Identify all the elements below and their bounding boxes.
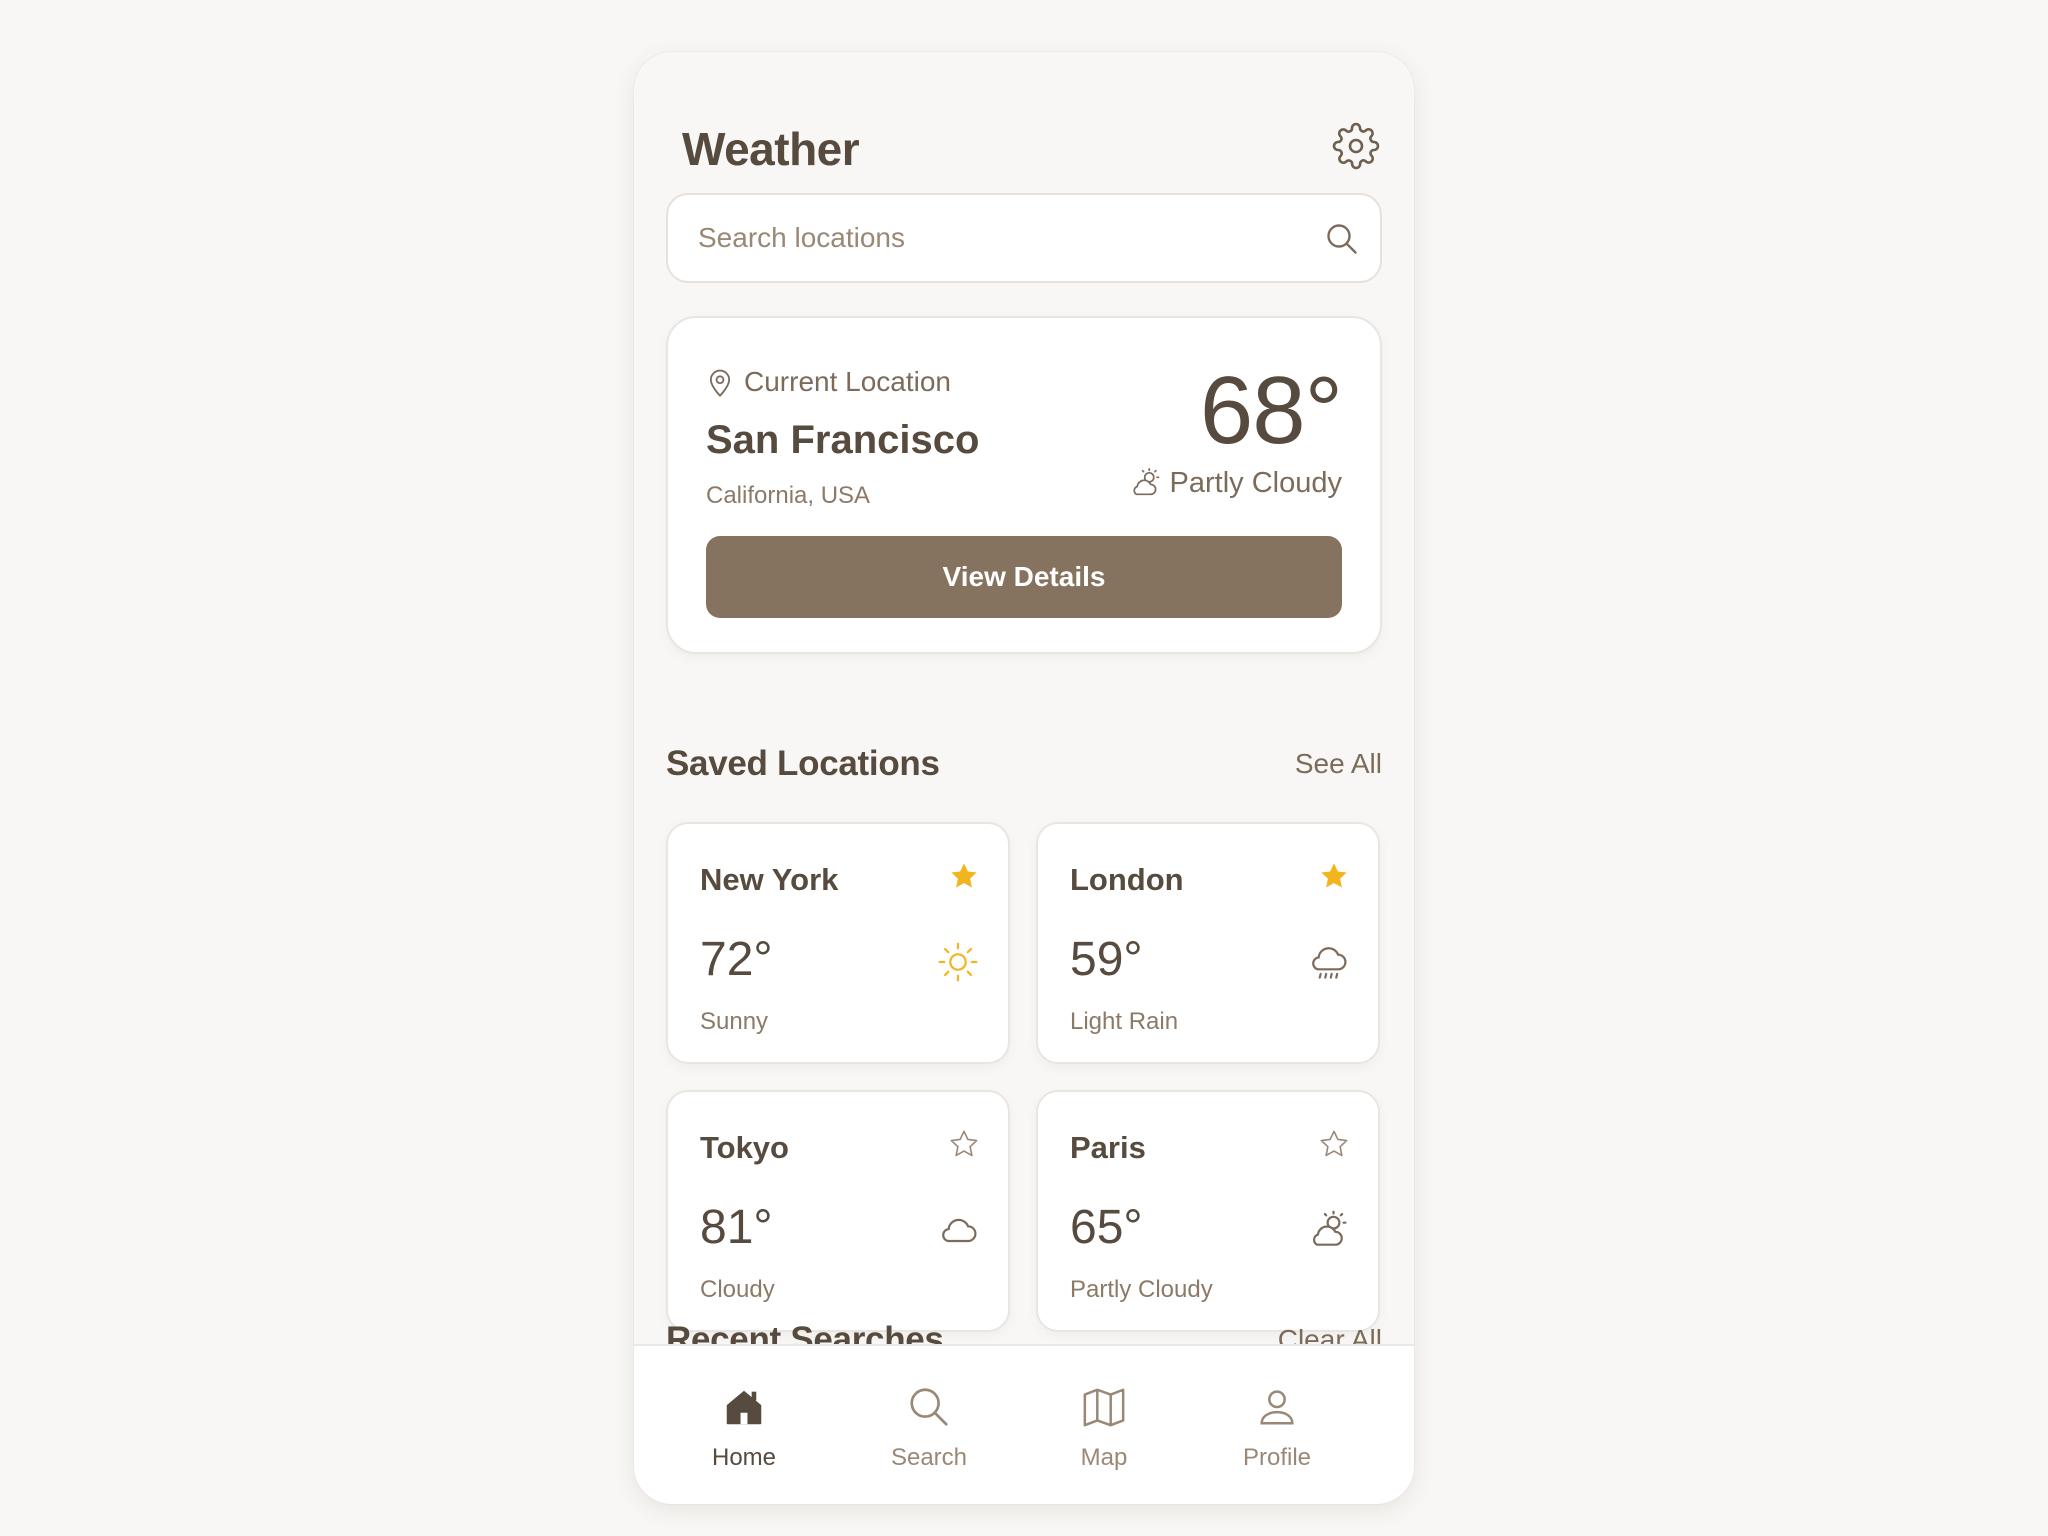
- location-pin-icon: [709, 369, 731, 398]
- star-outline-icon[interactable]: [1318, 1128, 1350, 1160]
- saved-locations-title: Saved Locations: [666, 744, 940, 783]
- location-condition: Light Rain: [1070, 1008, 1179, 1035]
- location-card-paris[interactable]: Paris 65° Partly Cloudy: [1036, 1090, 1380, 1332]
- nav-item-map[interactable]: Map: [1039, 1384, 1169, 1484]
- search-bar: [666, 193, 1382, 283]
- page-title: Weather: [682, 123, 860, 175]
- current-condition: Partly Cloudy: [1128, 466, 1342, 500]
- gear-icon[interactable]: [1332, 122, 1380, 170]
- star-filled-icon[interactable]: [1318, 860, 1350, 892]
- location-card-london[interactable]: London 59° Light Rain: [1036, 822, 1380, 1064]
- location-card-tokyo[interactable]: Tokyo 81° Cloudy: [666, 1090, 1010, 1332]
- partly-cloudy-icon: [1132, 467, 1159, 496]
- current-temperature: 68°: [1199, 357, 1343, 464]
- location-condition: Sunny: [700, 1008, 769, 1035]
- saved-locations-header: Saved Locations See All: [666, 744, 1382, 794]
- rain-cloud-icon: [1312, 947, 1347, 979]
- nav-label-search: Search: [890, 1444, 968, 1471]
- sun-icon: [938, 942, 978, 982]
- location-condition: Cloudy: [700, 1276, 775, 1303]
- nav-item-profile[interactable]: Profile: [1212, 1384, 1342, 1484]
- profile-icon: [1260, 1390, 1294, 1425]
- map-icon: [1083, 1388, 1125, 1427]
- see-all-link[interactable]: See All: [1295, 748, 1382, 780]
- cloud-icon: [942, 1218, 977, 1243]
- location-temperature: 65°: [1070, 1201, 1143, 1254]
- location-temperature: 59°: [1070, 933, 1143, 986]
- search-input[interactable]: [698, 195, 1298, 281]
- current-city: San Francisco: [706, 418, 980, 462]
- search-icon[interactable]: [1324, 221, 1360, 257]
- view-details-button[interactable]: View Details: [706, 536, 1342, 618]
- main-scroll-area[interactable]: Weather Current Location San Francisco C…: [634, 52, 1414, 1344]
- current-location-label: Current Location: [706, 366, 951, 398]
- recent-searches-header: Recent Searches Clear All: [666, 1320, 1382, 1344]
- app-window: Weather Current Location San Francisco C…: [634, 52, 1414, 1504]
- nav-item-search[interactable]: Search: [864, 1384, 994, 1484]
- nav-label-map: Map: [1080, 1444, 1128, 1471]
- partly-cloudy-icon: [1313, 1210, 1347, 1246]
- nav-item-home[interactable]: Home: [679, 1384, 809, 1484]
- current-condition-text: Partly Cloudy: [1169, 466, 1342, 499]
- current-region: California, USA: [706, 482, 871, 509]
- clear-all-link[interactable]: Clear All: [1278, 1324, 1382, 1344]
- star-filled-icon[interactable]: [948, 860, 980, 892]
- location-condition: Partly Cloudy: [1070, 1276, 1213, 1303]
- star-outline-icon[interactable]: [948, 1128, 980, 1160]
- header: Weather: [682, 86, 1380, 175]
- bottom-nav: Home Search Map Profile: [634, 1344, 1414, 1504]
- home-icon: [726, 1390, 762, 1425]
- location-name: Tokyo: [700, 1130, 789, 1165]
- location-name: New York: [700, 862, 839, 897]
- location-temperature: 72°: [700, 933, 773, 986]
- nav-label-home: Home: [711, 1444, 777, 1471]
- location-card-new-york[interactable]: New York 72° Sunny: [666, 822, 1010, 1064]
- search-icon: [910, 1388, 948, 1426]
- current-location-card: Current Location San Francisco Californi…: [666, 316, 1382, 654]
- location-name: London: [1070, 862, 1184, 897]
- location-temperature: 81°: [700, 1201, 773, 1254]
- current-location-text: Current Location: [744, 366, 952, 397]
- nav-label-profile: Profile: [1242, 1444, 1312, 1471]
- location-name: Paris: [1070, 1130, 1146, 1165]
- recent-searches-title: Recent Searches: [666, 1320, 944, 1344]
